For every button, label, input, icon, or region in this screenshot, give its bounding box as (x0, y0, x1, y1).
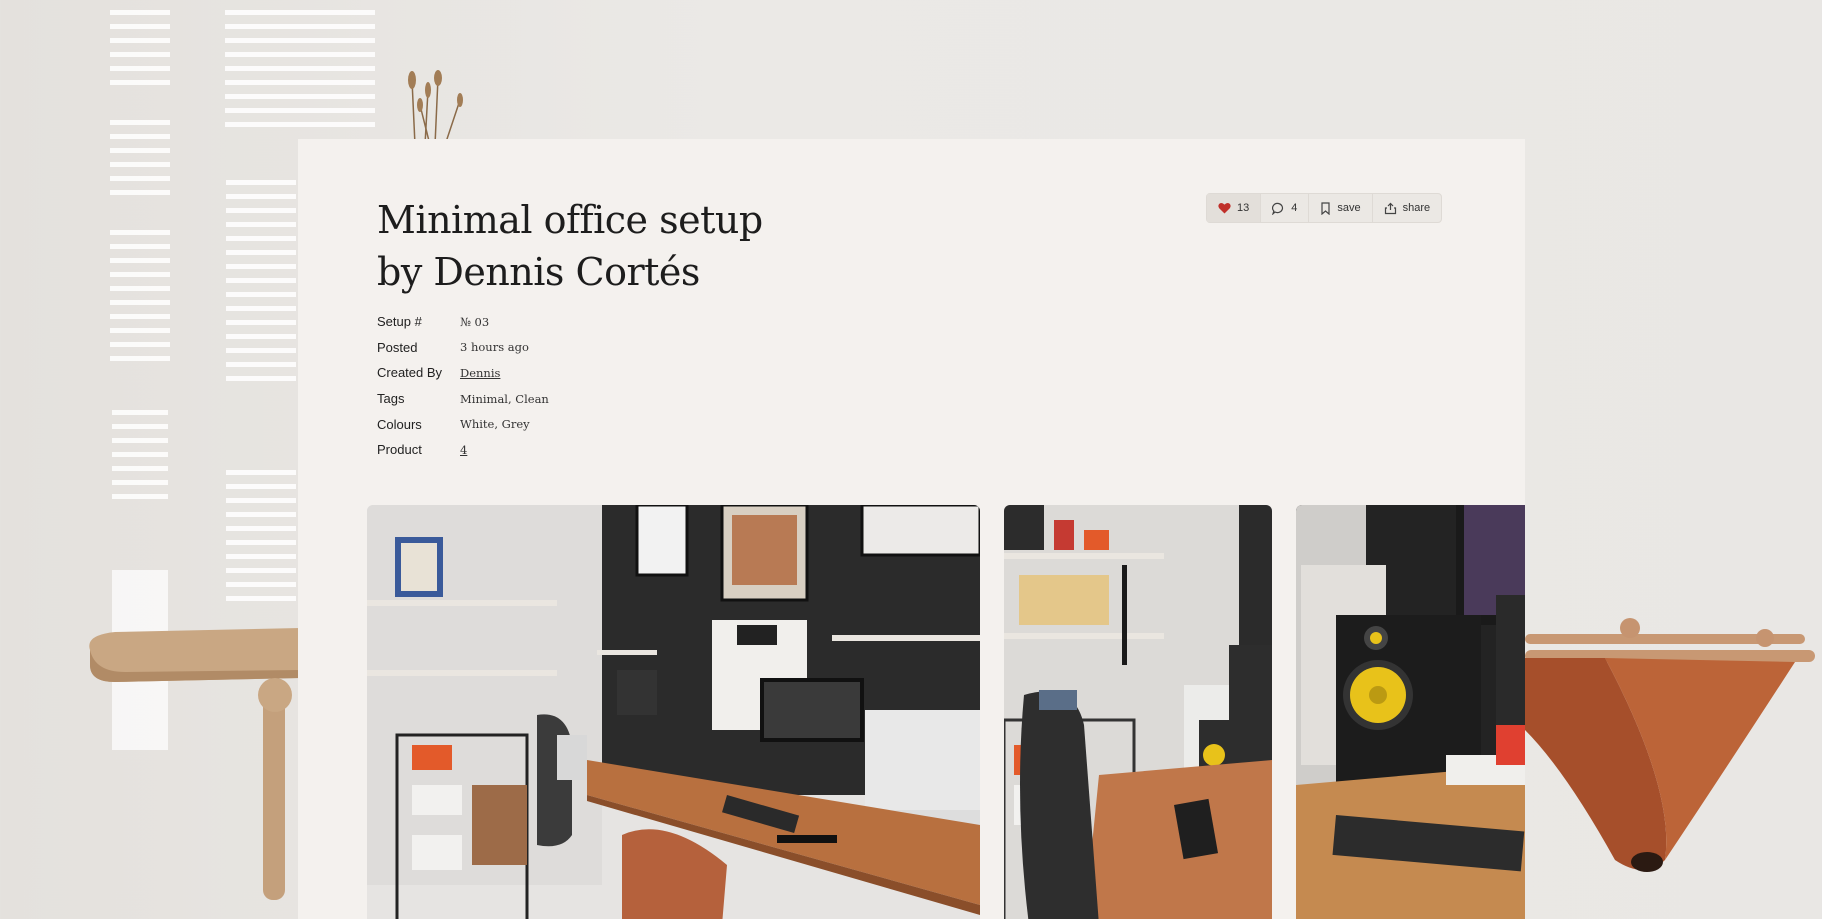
detail-row-colours: Colours White, Grey (377, 411, 549, 437)
setup-post-card: Minimal office setup by Dennis Cortés 13… (298, 139, 1525, 919)
setup-photo-3[interactable] (1296, 505, 1525, 919)
posted-time: 3 hours ago (460, 340, 529, 355)
detail-label: Posted (377, 339, 418, 355)
detail-row-setup: Setup # № 03 (377, 309, 549, 335)
like-count: 13 (1237, 202, 1250, 214)
detail-label: Setup # (377, 314, 422, 330)
office-scene-wide (367, 505, 980, 919)
detail-label: Tags (377, 391, 405, 407)
setup-details: Setup # № 03 Posted 3 hours ago Created … (377, 309, 549, 463)
setup-photo-2[interactable] (1004, 505, 1272, 919)
save-label: save (1337, 202, 1361, 214)
setup-number: № 03 (460, 314, 490, 329)
detail-label: Created By (377, 365, 443, 381)
post-title-line-2: by Dennis Cortés (377, 250, 700, 294)
post-title: Minimal office setup by Dennis Cortés (377, 194, 763, 298)
detail-label: Colours (377, 416, 422, 432)
bookmark-icon (1321, 201, 1330, 215)
detail-row-creator: Created By Dennis (377, 360, 549, 386)
post-title-line-1: Minimal office setup (377, 198, 763, 242)
product-count-link[interactable]: 4 (460, 443, 467, 457)
share-label: share (1402, 202, 1431, 214)
detail-row-product: Product 4 (377, 437, 549, 463)
window-light-2 (225, 0, 385, 140)
save-button[interactable]: save (1308, 194, 1371, 222)
heart-icon (1218, 203, 1231, 214)
studio-speaker-closeup (1296, 505, 1525, 919)
dried-flowers (408, 70, 463, 145)
like-button[interactable]: 13 (1207, 194, 1261, 222)
comment-count: 4 (1291, 202, 1298, 214)
leather-stool (1525, 618, 1815, 872)
tags-value: Minimal, Clean (460, 391, 549, 406)
detail-label: Product (377, 442, 422, 458)
post-actions-bar: 13 4 save share (1206, 193, 1443, 223)
colours-value: White, Grey (460, 417, 530, 432)
setup-photo-1[interactable] (367, 505, 980, 919)
comment-button[interactable]: 4 (1260, 194, 1308, 222)
creator-link[interactable]: Dennis (460, 366, 500, 380)
window-light (110, 0, 180, 380)
side-table (89, 628, 301, 900)
office-scene-side (1004, 505, 1272, 919)
share-button[interactable]: share (1371, 194, 1442, 222)
detail-row-posted: Posted 3 hours ago (377, 335, 549, 361)
comment-icon (1272, 202, 1284, 215)
detail-row-tags: Tags Minimal, Clean (377, 386, 549, 412)
share-icon (1384, 202, 1396, 214)
